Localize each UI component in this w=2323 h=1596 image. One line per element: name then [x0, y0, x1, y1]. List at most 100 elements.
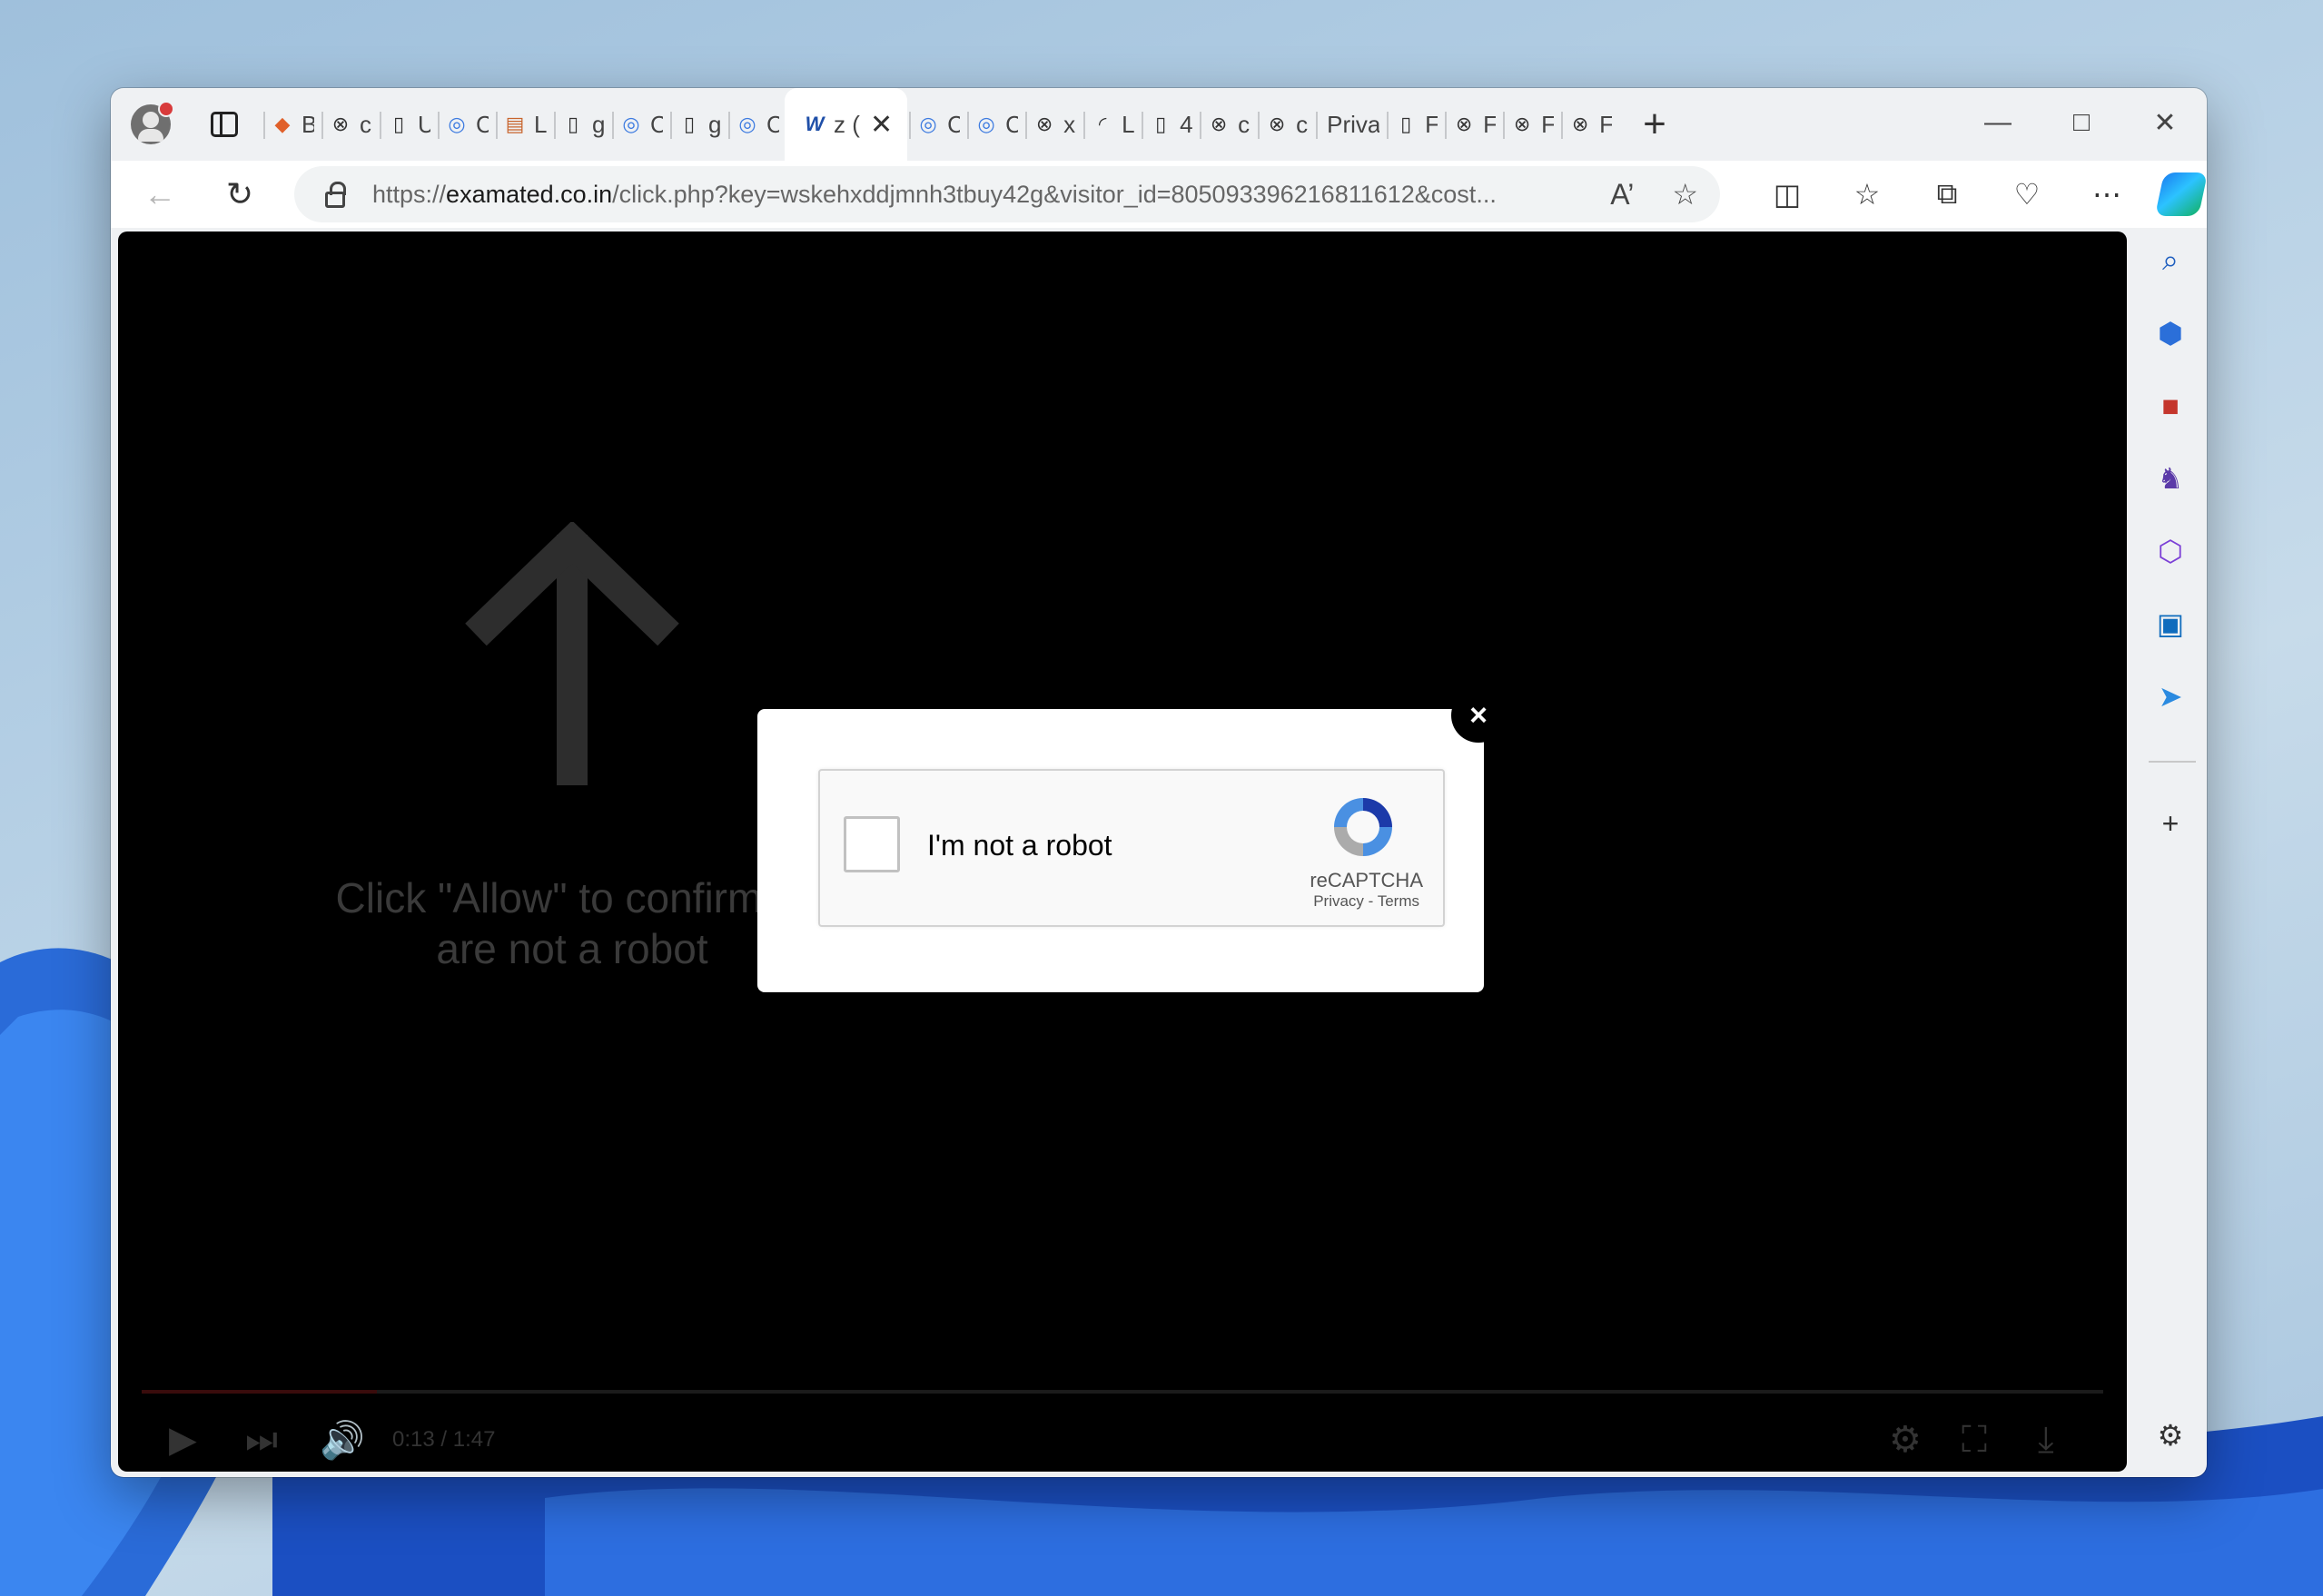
- tab-21[interactable]: ⊗ F: [1559, 88, 1617, 161]
- up-arrow-icon: [465, 522, 679, 785]
- page-icon: ▯: [683, 113, 696, 135]
- outlook-icon[interactable]: ▣: [2152, 606, 2189, 642]
- tab-20[interactable]: ⊗ F: [1501, 88, 1559, 161]
- collections-icon[interactable]: ⧉: [1907, 169, 1987, 220]
- tab-13[interactable]: ◜ L: [1082, 88, 1140, 161]
- brave-icon: ◆: [274, 113, 291, 135]
- network-icon: ◎: [919, 113, 937, 135]
- network-icon: ◎: [448, 113, 466, 135]
- fullscreen-icon[interactable]: ⛶: [1962, 1408, 1987, 1472]
- error-page-icon: ⊗: [1210, 113, 1228, 135]
- download-icon[interactable]: ⤓: [2038, 1408, 2054, 1472]
- tab-title: g: [708, 110, 721, 138]
- more-menu-icon[interactable]: ⋯: [2067, 169, 2147, 220]
- tab-title: C: [766, 110, 779, 138]
- video-progress-bar[interactable]: [142, 1390, 2103, 1394]
- send-icon[interactable]: ➤: [2152, 678, 2189, 714]
- page-icon: ▯: [1400, 113, 1412, 135]
- tab-title: g: [592, 110, 605, 138]
- maximize-icon[interactable]: □: [2040, 95, 2123, 150]
- page-icon: ▯: [1155, 113, 1167, 135]
- tab-2[interactable]: ▯ U: [378, 88, 436, 161]
- page-icon: ▯: [392, 113, 405, 135]
- error-page-icon: ⊗: [1571, 113, 1589, 135]
- favorites-icon[interactable]: ☆: [1827, 169, 1907, 220]
- favorite-star-icon[interactable]: ☆: [1672, 177, 1698, 212]
- tab-10[interactable]: ◎ C: [907, 88, 965, 161]
- microsoft365-icon[interactable]: ⬡: [2152, 533, 2189, 569]
- tab-11[interactable]: ◎ C: [965, 88, 1023, 161]
- video-progress-fill: [142, 1390, 378, 1394]
- captcha-label: I'm not a robot: [927, 829, 1112, 862]
- tools-briefcase-icon[interactable]: ■: [2152, 388, 2189, 424]
- search-icon[interactable]: ⌕: [2152, 242, 2189, 279]
- tab-strip: ◆ B ⊗ c ▯ U ◎ C ▤ L ▯ g ◎ C ▯ g ◎ C Wz (✕ ◎ C ◎ C ⊗ x ◜ L ▯ 4 ⊗ c ⊗ c Pri…: [111, 88, 2207, 161]
- tab-title: c: [1296, 110, 1309, 138]
- url-host: examated.co.in: [446, 180, 613, 208]
- recaptcha-privacy-terms[interactable]: Privacy - Terms: [1313, 892, 1419, 911]
- new-tab-plus-icon[interactable]: +: [1643, 102, 1666, 147]
- tab-19[interactable]: ⊗ F: [1443, 88, 1501, 161]
- tab-3[interactable]: ◎ C: [436, 88, 494, 161]
- back-arrow-icon[interactable]: ←: [134, 169, 185, 220]
- tab-close-icon[interactable]: ✕: [870, 109, 893, 141]
- volume-icon[interactable]: 🔊: [320, 1408, 365, 1472]
- tab-title: C: [650, 110, 663, 138]
- tab-title: x: [1063, 110, 1076, 138]
- url-path: /click.php?key=wskehxddjmnh3tbuy42g&visi…: [612, 180, 1497, 208]
- tab-0[interactable]: ◆ B: [262, 88, 320, 161]
- network-icon: ◎: [977, 113, 995, 135]
- reload-icon[interactable]: ↻: [214, 169, 265, 220]
- tab-16[interactable]: ⊗ c: [1256, 88, 1314, 161]
- tab-6[interactable]: ◎ C: [610, 88, 668, 161]
- read-aloud-icon[interactable]: A’: [1610, 178, 1634, 212]
- tab-title: C: [476, 110, 489, 138]
- sidebar-settings-gear-icon[interactable]: ⚙: [2152, 1417, 2189, 1453]
- minimize-icon[interactable]: —: [1956, 95, 2040, 150]
- tab-title: F: [1541, 110, 1555, 138]
- profile-avatar[interactable]: [131, 101, 174, 144]
- tab-title: c: [360, 110, 371, 138]
- tab-17[interactable]: Privac: [1314, 88, 1385, 161]
- tab-15[interactable]: ⊗ c: [1198, 88, 1256, 161]
- browser-essentials-icon[interactable]: ♡: [1987, 169, 2067, 220]
- tab-title: B: [301, 110, 314, 138]
- split-screen-icon[interactable]: ◫: [1747, 169, 1827, 220]
- copilot-icon[interactable]: [2154, 172, 2207, 216]
- play-icon[interactable]: ▶: [169, 1408, 197, 1472]
- games-icon[interactable]: ♞: [2152, 460, 2189, 497]
- captcha-checkbox[interactable]: [844, 816, 900, 872]
- add-sidebar-plus-icon[interactable]: +: [2152, 805, 2189, 842]
- dialog-close-icon[interactable]: ×: [1451, 688, 1506, 743]
- url-text[interactable]: https://examated.co.in/click.php?key=wsk…: [372, 181, 1553, 209]
- address-bar[interactable]: https://examated.co.in/click.php?key=wsk…: [294, 166, 1720, 222]
- tab-18[interactable]: ▯ F: [1385, 88, 1443, 161]
- tab-1[interactable]: ⊗ c: [320, 88, 378, 161]
- tab-12[interactable]: ⊗ x: [1023, 88, 1082, 161]
- tab-title: F: [1599, 110, 1613, 138]
- recaptcha-logo-icon: [1334, 798, 1392, 856]
- error-page-icon: ⊗: [1268, 113, 1286, 135]
- tab-4[interactable]: ▤ L: [494, 88, 552, 161]
- tab-row: ◆ B ⊗ c ▯ U ◎ C ▤ L ▯ g ◎ C ▯ g ◎ C Wz (✕ ◎ C ◎ C ⊗ x ◜ L ▯ 4 ⊗ c ⊗ c Pri…: [262, 88, 1617, 161]
- network-icon: ◎: [622, 113, 640, 135]
- shopping-tag-icon[interactable]: ⬢: [2152, 315, 2189, 351]
- tab-actions-icon[interactable]: [211, 112, 238, 137]
- edge-sidebar: ⌕ ⬢ ■ ♞ ⬡ ▣ ➤ + ⚙: [2136, 232, 2207, 1472]
- tab-14[interactable]: ▯ 4: [1140, 88, 1198, 161]
- tab-5[interactable]: ▯ g: [552, 88, 610, 161]
- network-icon: ◎: [738, 113, 756, 135]
- settings-gear-icon[interactable]: ⚙: [1889, 1408, 1922, 1472]
- next-icon[interactable]: ⏭: [245, 1408, 278, 1472]
- lock-icon[interactable]: [325, 182, 346, 208]
- image-icon: ▤: [505, 113, 525, 135]
- tab-9[interactable]: Wz (✕: [785, 88, 908, 161]
- close-window-icon[interactable]: ✕: [2123, 95, 2207, 150]
- toolbar: ← ↻ https://examated.co.in/click.php?key…: [111, 161, 2207, 228]
- url-prefix: https://: [372, 180, 447, 208]
- tab-7[interactable]: ▯ g: [668, 88, 727, 161]
- tab-title: z (: [834, 110, 860, 138]
- tab-title: c: [1238, 110, 1250, 138]
- error-page-icon: ⊗: [1035, 113, 1053, 135]
- tab-8[interactable]: ◎ C: [727, 88, 785, 161]
